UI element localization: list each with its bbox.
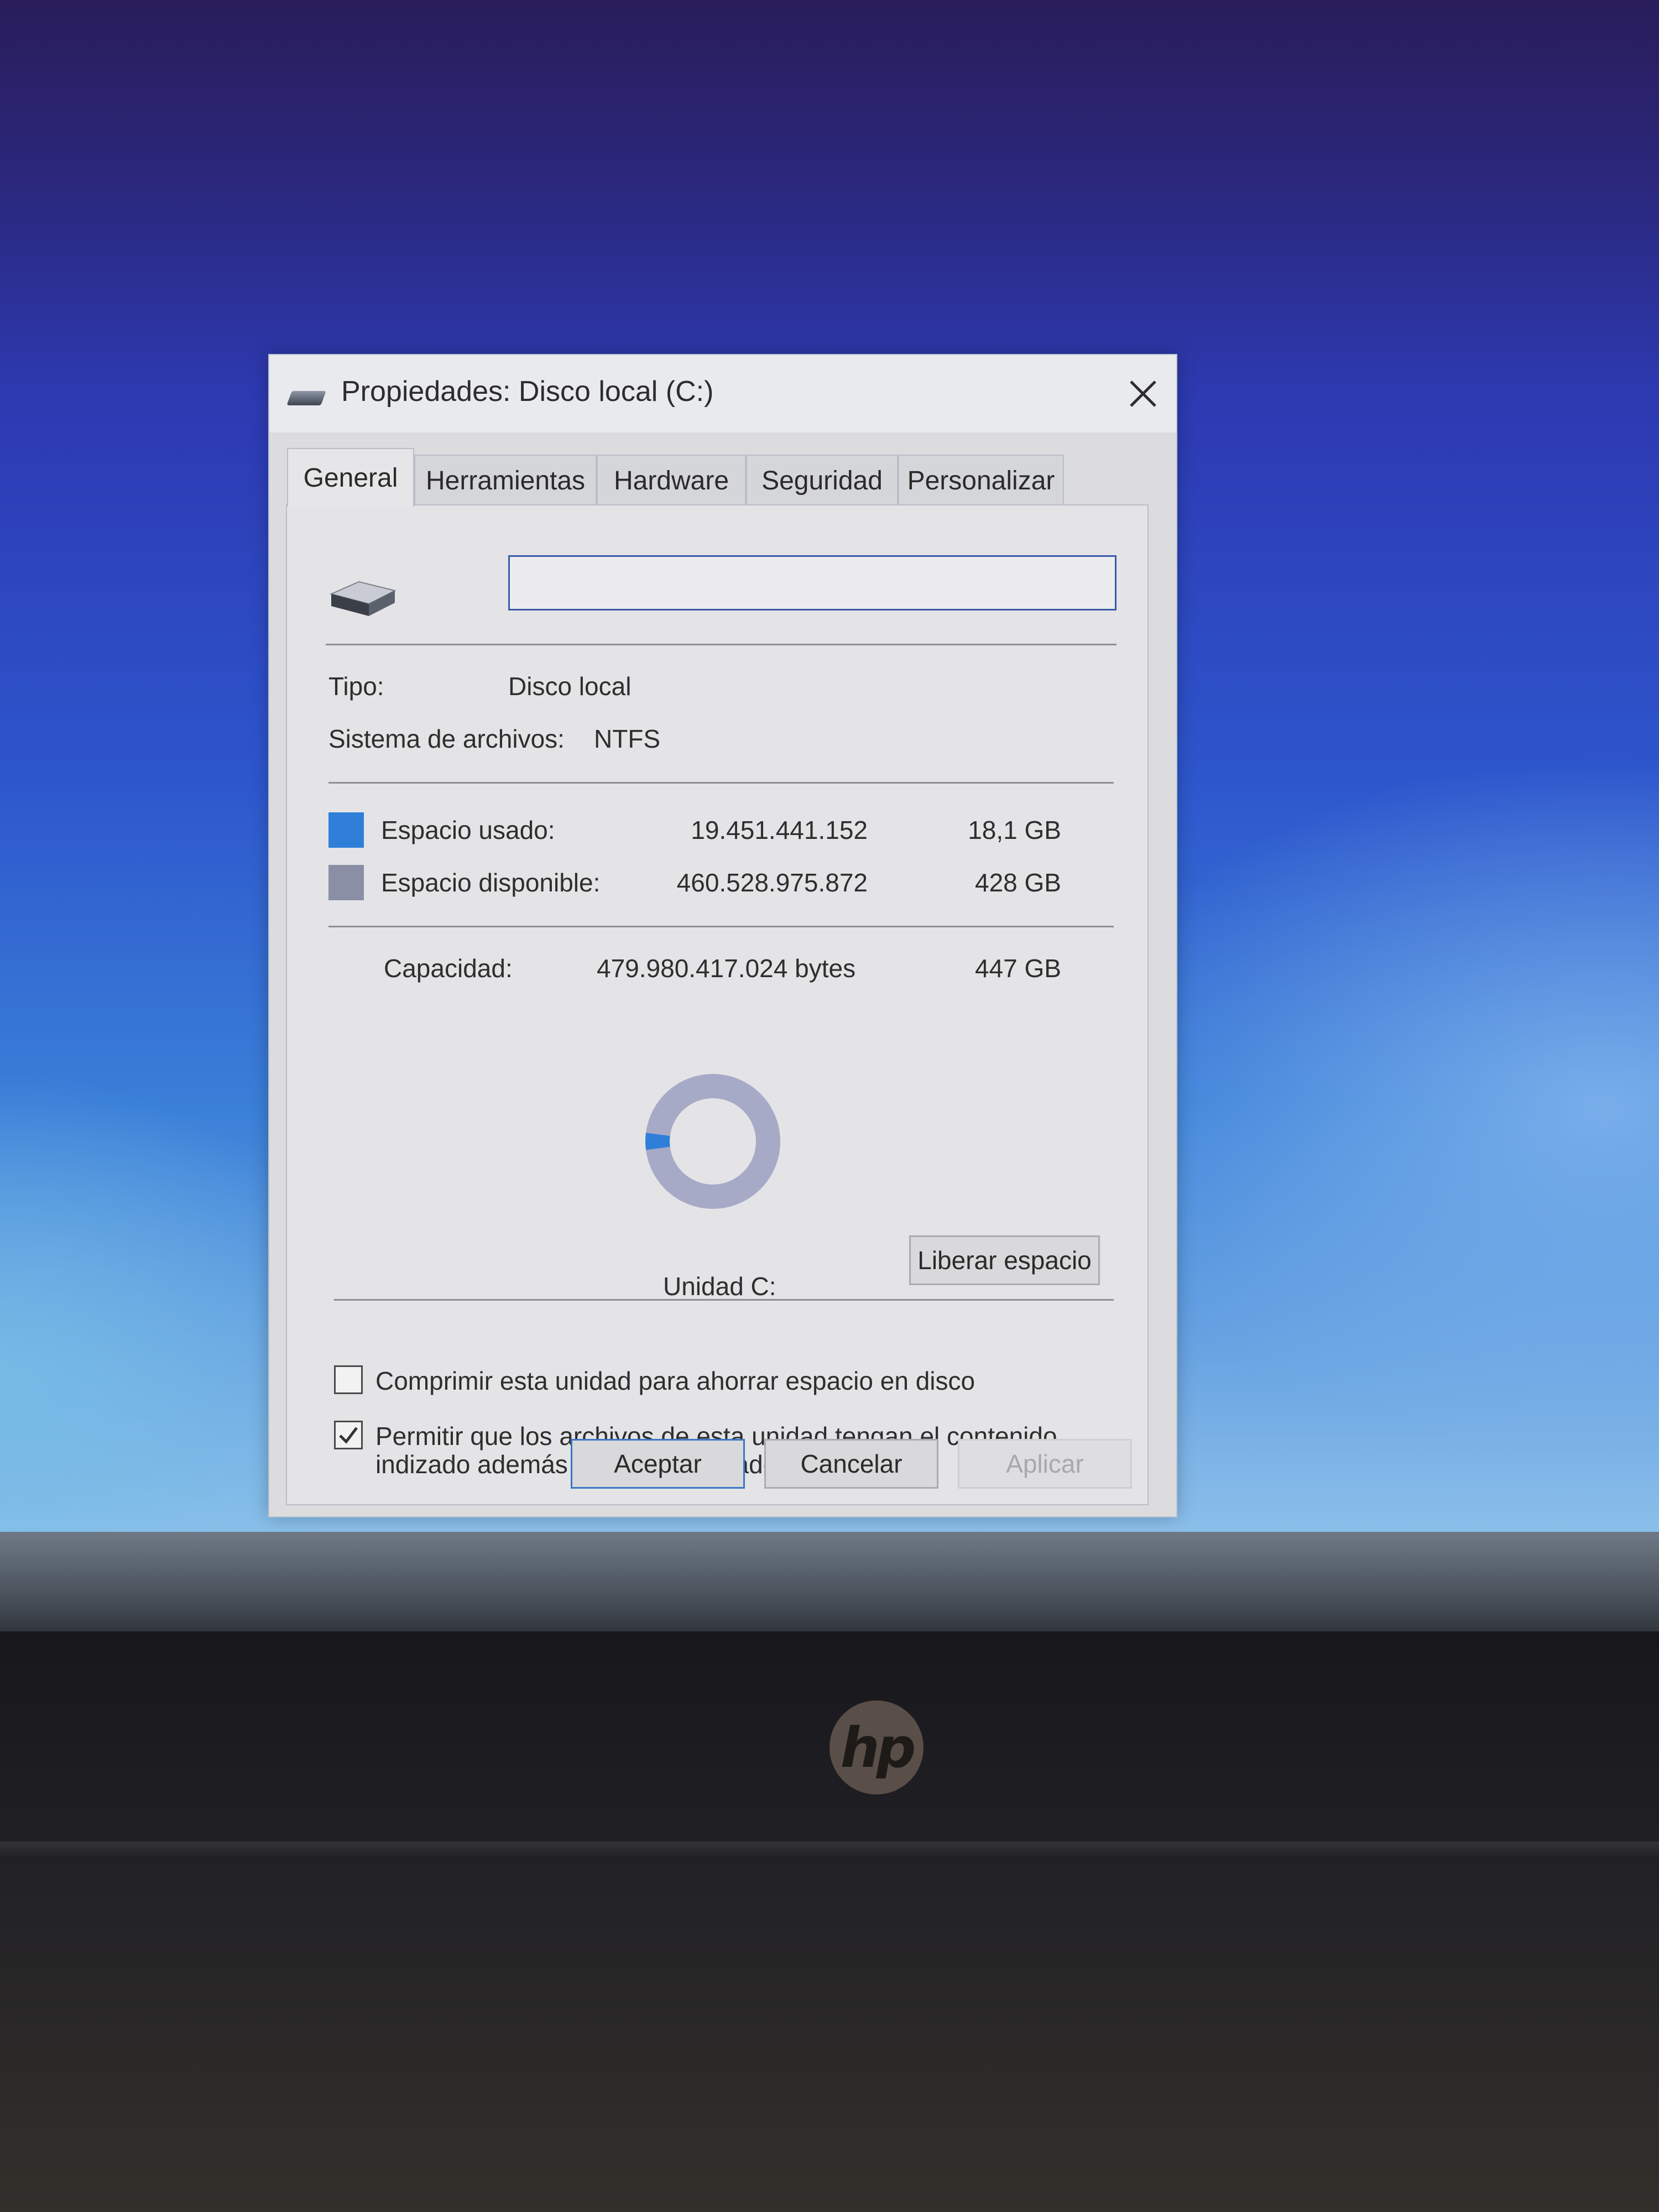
hard-drive-icon [329,581,397,616]
separator [334,1299,1114,1301]
drive-icon [286,391,326,405]
separator [326,644,1117,645]
compress-checkbox[interactable] [334,1365,363,1394]
used-space-bytes: 19.451.441.152 [691,816,868,844]
tab-herramientas[interactable]: Herramientas [414,455,597,505]
free-space-size: 428 GB [975,868,1061,897]
separator [328,926,1114,927]
type-label: Tipo: [328,672,384,701]
screen-shade [0,0,1659,387]
general-panel: Tipo: Disco local Sistema de archivos: N… [286,504,1149,1505]
checkmark-icon [339,1427,358,1444]
drive-label: Unidad C: [663,1272,776,1301]
tab-general[interactable]: General [287,448,414,507]
free-space-swatch [328,865,364,900]
filesystem-value: NTFS [594,724,661,753]
bezel-hinge-line [0,1841,1659,1858]
free-space-ring [645,1074,780,1209]
free-space-bytes: 460.528.975.872 [676,868,868,897]
used-space-size: 18,1 GB [968,816,1061,844]
ok-button[interactable]: Aceptar [571,1439,745,1489]
separator [328,782,1114,784]
filesystem-label: Sistema de archivos: [328,724,565,753]
drive-name-input[interactable] [508,555,1117,611]
tab-hardware[interactable]: Hardware [597,455,746,505]
laptop-bezel [0,1631,1659,2212]
capacity-bytes: 479.980.417.024 bytes [597,954,856,983]
cancel-button[interactable]: Cancelar [764,1439,938,1489]
used-space-label: Espacio usado: [381,816,555,844]
apply-button[interactable]: Aplicar [958,1439,1132,1489]
tab-personalizar[interactable]: Personalizar [898,455,1064,505]
title-bar: Propiedades: Disco local (C:) [269,355,1176,432]
cleanup-button[interactable]: Liberar espacio [909,1235,1100,1285]
free-space-label: Espacio disponible: [381,868,601,897]
index-checkbox[interactable] [334,1421,363,1449]
disk-usage-chart [645,1074,780,1209]
window-title: Propiedades: Disco local (C:) [341,375,714,408]
properties-dialog: Propiedades: Disco local (C:) General He… [268,354,1177,1517]
type-value: Disco local [508,672,632,701]
screen-bottom-edge [0,1532,1659,1637]
tab-seguridad[interactable]: Seguridad [746,455,898,505]
capacity-size: 447 GB [975,954,1061,983]
used-space-swatch [328,812,364,848]
close-icon[interactable] [1121,372,1165,416]
hp-logo: hp [830,1700,924,1794]
capacity-label: Capacidad: [384,954,513,983]
compress-checkbox-label: Comprimir esta unidad para ahorrar espac… [375,1366,975,1395]
